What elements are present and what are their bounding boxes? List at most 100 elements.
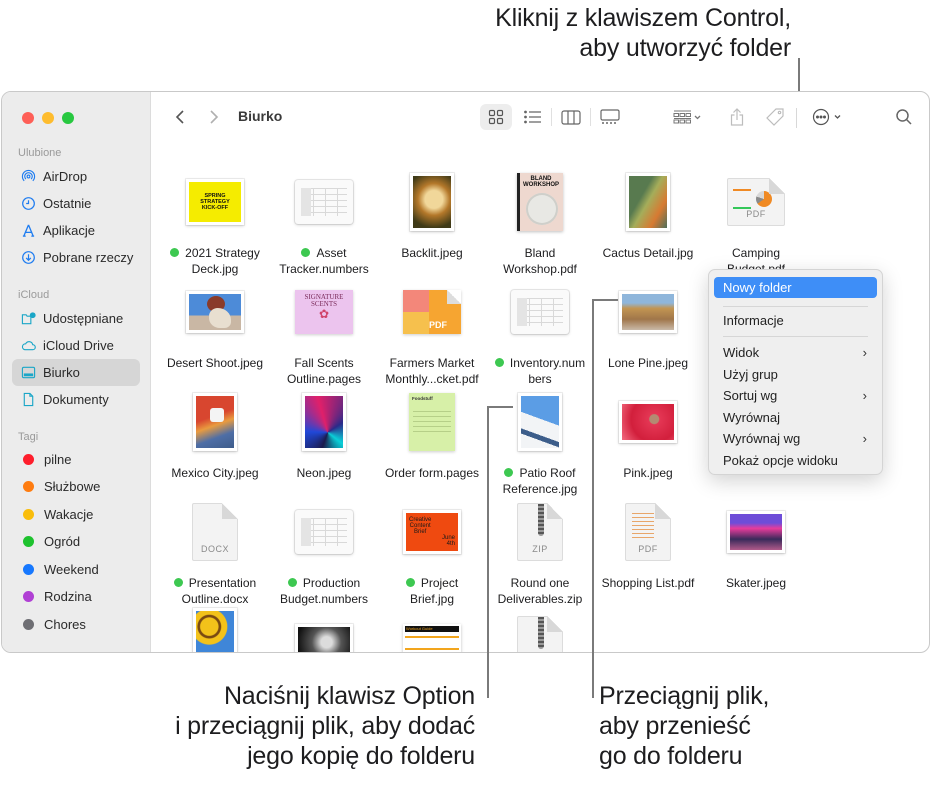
file-item[interactable]: Workout Guide <box>376 597 488 652</box>
file-item[interactable]: Creative Content Brief June 4th Project Brie… <box>376 492 488 607</box>
menu-item-sort-by[interactable]: Sortuj wg › <box>714 385 877 406</box>
leader-line-move-h <box>592 299 618 301</box>
chevron-right-icon: › <box>862 431 867 446</box>
menu-item-label: Nowy folder <box>723 280 792 295</box>
file-item[interactable]: Desert Shoot.jpeg <box>159 272 271 371</box>
gallery-view-button[interactable] <box>594 104 626 130</box>
file-item[interactable]: SPRING STRATEGY KICK-OFF 2021 Strategy Deck… <box>159 162 271 277</box>
search-button[interactable] <box>892 104 916 130</box>
file-item[interactable]: Lone Pine.jpeg <box>592 272 704 371</box>
file-name-line: Mexico City.jpeg <box>171 466 259 480</box>
menu-item-label: Wyrównaj <box>723 410 780 425</box>
file-thumbnail: PDF <box>625 503 671 561</box>
menu-item-show-view-options[interactable]: Pokaż opcje widoku <box>714 450 877 471</box>
chevron-right-icon: › <box>862 388 867 403</box>
menu-item-clean-up[interactable]: Wyrównaj <box>714 407 877 428</box>
file-item[interactable]: Neon.jpeg <box>268 382 380 481</box>
callout-line: aby przenieść <box>599 712 751 740</box>
file-item[interactable]: BLAND WORKSHOP Bland Workshop.pdf <box>484 162 596 277</box>
file-item[interactable]: Pink.jpeg <box>592 382 704 481</box>
tag-color-dot <box>23 481 34 492</box>
file-item[interactable]: Production Budget.numbers <box>268 492 380 607</box>
tag-indicator <box>173 578 183 587</box>
tag-color-dot <box>23 619 34 630</box>
file-thumbnail: DOCX <box>192 503 238 561</box>
share-icon <box>730 108 744 126</box>
file-item[interactable]: DOCX Presentation Outline.docx <box>159 492 271 607</box>
sidebar-tag-rodzina[interactable]: Rodzina <box>12 583 140 610</box>
shared-folder-icon <box>20 311 36 327</box>
file-item[interactable]: PDF Farmers Market Monthly...cket.pdf <box>376 272 488 387</box>
file-item[interactable]: Patio Roof Reference.jpg <box>484 382 596 497</box>
sidebar-item-label: Ogród <box>44 534 81 549</box>
tag-color-dot <box>23 509 34 520</box>
chevron-right-icon: › <box>862 345 867 360</box>
tag-indicator <box>301 248 311 257</box>
sidebar-section-favorites: Ulubione <box>18 147 62 159</box>
file-item[interactable]: ZIP <box>484 597 596 652</box>
sidebar-item-shared[interactable]: Udostępniane <box>12 305 140 332</box>
tag-icon <box>766 108 784 126</box>
sidebar-item-label: Dokumenty <box>43 392 109 407</box>
file-name: Skater.jpeg <box>700 575 812 591</box>
share-button[interactable] <box>726 104 748 130</box>
callout-line: go do folderu <box>599 742 743 770</box>
file-item[interactable] <box>159 597 271 652</box>
file-name: Backlit.jpeg <box>376 245 488 261</box>
column-view-button[interactable] <box>556 104 586 130</box>
sidebar-item-icloud-drive[interactable]: iCloud Drive <box>12 332 140 359</box>
group-button[interactable] <box>668 104 708 130</box>
file-item[interactable]: PDF CampingBudget.pdf <box>700 162 812 277</box>
file-item[interactable]: Backlit.jpeg <box>376 162 488 261</box>
file-name-line: Camping <box>731 246 781 260</box>
file-name-line: Farmers Market <box>389 356 475 370</box>
sidebar-item-airdrop[interactable]: AirDrop <box>12 163 140 190</box>
file-item[interactable]: Inventory.num bers <box>484 272 596 387</box>
more-actions-button[interactable] <box>808 104 848 130</box>
menu-item-get-info[interactable]: Informacje <box>714 310 877 331</box>
file-item[interactable]: ZIP Round one Deliverables.zip <box>484 492 596 607</box>
file-extension: ZIP <box>532 544 548 554</box>
sidebar-item-label: Biurko <box>43 365 80 380</box>
sidebar-tag-chores[interactable]: Chores <box>12 611 140 638</box>
tag-button[interactable] <box>762 104 788 130</box>
sidebar-item-documents[interactable]: Dokumenty <box>12 386 140 413</box>
menu-item-view[interactable]: Widok › <box>714 342 877 363</box>
close-button[interactable] <box>22 112 34 124</box>
icon-view-button[interactable] <box>480 104 512 130</box>
file-item[interactable]: Mexico City.jpeg <box>159 382 271 481</box>
file-name-line: Production <box>302 576 361 590</box>
zoom-button[interactable] <box>62 112 74 124</box>
file-name-line: Bland <box>524 246 556 260</box>
file-item[interactable]: SIGNATURE SCENTS ✿ Fall Scents Outline.pag… <box>268 272 380 387</box>
sidebar-tag-ogrod[interactable]: Ogród <box>12 528 140 555</box>
sidebar-tag-sluzbowe[interactable]: Służbowe <box>12 473 140 500</box>
list-view-button[interactable] <box>518 104 548 130</box>
file-item[interactable] <box>268 597 380 652</box>
menu-item-clean-up-by[interactable]: Wyrównaj wg › <box>714 428 877 449</box>
callout-line: aby utworzyć folder <box>579 34 791 62</box>
file-thumbnail <box>186 291 244 333</box>
file-item[interactable]: PDF Shopping List.pdf <box>592 492 704 591</box>
file-item[interactable]: Cactus Detail.jpg <box>592 162 704 261</box>
file-item[interactable]: Asset Tracker.numbers <box>268 162 380 277</box>
file-name: Mexico City.jpeg <box>159 465 271 481</box>
forward-button[interactable] <box>204 104 224 130</box>
file-item[interactable]: Skater.jpeg <box>700 492 812 591</box>
clock-icon <box>20 196 36 212</box>
minimize-button[interactable] <box>42 112 54 124</box>
sidebar-item-recents[interactable]: Ostatnie <box>12 190 140 217</box>
back-button[interactable] <box>170 104 190 130</box>
sidebar-item-downloads[interactable]: Pobrane rzeczy <box>12 244 140 271</box>
menu-item-use-groups[interactable]: Użyj grup <box>714 364 877 385</box>
sidebar-item-applications[interactable]: Aplikacje <box>12 217 140 244</box>
file-thumbnail <box>727 511 785 553</box>
sidebar-tag-wakacje[interactable]: Wakacje <box>12 501 140 528</box>
sidebar-tag-weekend[interactable]: Weekend <box>12 556 140 583</box>
file-item[interactable]: Foodstuff Order form.pages <box>376 382 488 481</box>
menu-item-new-folder[interactable]: Nowy folder <box>714 277 877 298</box>
file-name-line: Patio Roof <box>519 466 576 480</box>
menu-separator <box>723 306 868 307</box>
sidebar-tag-pilne[interactable]: pilne <box>12 446 140 473</box>
sidebar-item-desktop[interactable]: Biurko <box>12 359 140 386</box>
